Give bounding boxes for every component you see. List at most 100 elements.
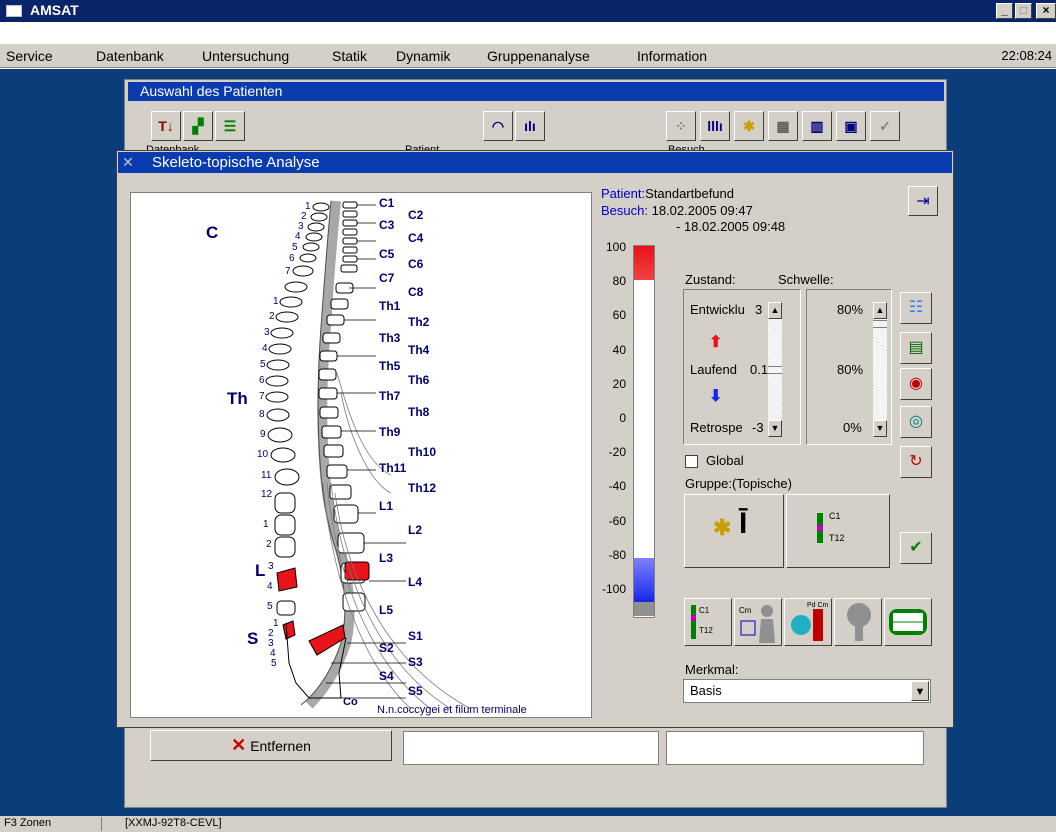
teeth-button[interactable] [884, 598, 932, 646]
thoracic-num-5: 5 [260, 359, 266, 370]
posture-bar-icon: Ī [739, 507, 748, 540]
maximize-button[interactable]: □ [1015, 3, 1032, 19]
patient-selection-title: Auswahl des Patienten [128, 82, 944, 101]
skull-button[interactable] [834, 598, 882, 646]
confirm-button[interactable]: ✔ [900, 532, 932, 564]
toolbar-person-button[interactable]: ✱ [734, 111, 764, 141]
scale-tick-label: 60 [612, 308, 626, 323]
label-th10: Th10 [408, 445, 437, 459]
region-sacral: S [247, 629, 259, 648]
schwelle-mid-value: 80% [837, 362, 864, 377]
organ-map-icon: Pd Cm [791, 602, 829, 641]
dialog-close-icon[interactable]: ✕ [120, 155, 136, 170]
table-view-button[interactable]: ▤ [900, 332, 932, 364]
toolbar-book-button[interactable]: ▣ [836, 111, 866, 141]
posture-group-button[interactable]: ✱ Ī [684, 494, 784, 568]
schwelle-up-button[interactable]: ▲ [873, 302, 887, 319]
retrospe-down-button[interactable]: ▼ [768, 420, 782, 437]
schwelle-label: Schwelle: [778, 272, 834, 287]
exit-button[interactable]: ⇥ [908, 186, 938, 216]
patient-list-field[interactable] [403, 731, 659, 765]
segment-c1-t12-button[interactable]: C1 T12 [684, 598, 732, 646]
sacral-num-5: 5 [271, 658, 277, 669]
merkmal-value: Basis [690, 683, 722, 698]
toolbar-dots-button[interactable]: ⁘ [666, 111, 696, 141]
menu-service[interactable]: Service [6, 48, 53, 64]
toolbar-grid-button[interactable]: ▥ [802, 111, 832, 141]
label-l3: L3 [379, 551, 394, 565]
lumbar-num-4: 4 [267, 581, 273, 592]
toolbar-list-button[interactable]: ☰ [215, 111, 245, 141]
chevron-down-icon[interactable]: ▼ [911, 681, 929, 701]
status-left: F3 Zonen [4, 817, 52, 829]
toolbar-bars-button[interactable]: ılı [515, 111, 545, 141]
schwelle-down-button[interactable]: ▼ [873, 420, 887, 437]
toolbar-stairs-button[interactable]: ▞ [183, 111, 213, 141]
label-c7: C7 [379, 271, 395, 285]
menu-dynamik[interactable]: Dynamik [396, 48, 450, 64]
patient-info-value: Standartbefund [645, 186, 734, 201]
close-button[interactable]: × [1036, 3, 1056, 19]
organ-map-button[interactable]: Pd Cm [784, 598, 832, 646]
entwicklung-value: 3 [755, 302, 763, 317]
svg-text:C1: C1 [829, 511, 841, 521]
label-l1: L1 [379, 499, 394, 513]
label-c1: C1 [379, 196, 395, 210]
cervical-num-6: 6 [289, 253, 295, 264]
target-view-button[interactable]: ◎ [900, 406, 932, 438]
menu-information[interactable]: Information [637, 48, 707, 64]
schwelle-slider-thumb[interactable] [873, 320, 887, 328]
spiral-view-button[interactable]: ↻ [900, 446, 932, 478]
minimize-button[interactable]: _ [996, 3, 1013, 19]
besuch-from-value: 18.02.2005 09:47 [651, 203, 753, 218]
menu-datenbank[interactable]: Datenbank [96, 48, 164, 64]
besuch-info-label: Besuch: [601, 203, 648, 218]
label-th11: Th11 [379, 461, 407, 475]
toolbar-chart-button[interactable]: lllı [700, 111, 730, 141]
patient-info: Patient:Standartbefund [601, 186, 734, 201]
label-th6: Th6 [408, 373, 430, 387]
global-checkbox[interactable] [685, 455, 698, 468]
thoracic-num-3: 3 [264, 327, 270, 338]
ring-view-button[interactable]: ◉ [900, 368, 932, 400]
segment-group-button[interactable]: C1 T12 [786, 494, 890, 568]
besuch-to-value: - 18.02.2005 09:48 [676, 219, 786, 234]
toolbar-tl-button[interactable]: T↓ [151, 111, 181, 141]
remove-x-icon: ✕ [231, 735, 247, 755]
segment-c1-t12-icon: C1 T12 [817, 511, 845, 543]
label-s5: S5 [408, 684, 423, 698]
lumbar-num-2: 2 [266, 539, 272, 550]
retrospe-value: -3 [752, 420, 764, 435]
thoracic-num-8: 8 [259, 409, 265, 420]
scale-tick-label: 80 [612, 274, 626, 289]
label-s4: S4 [379, 669, 394, 683]
menu-untersuchung[interactable]: Untersuchung [202, 48, 289, 64]
clock: 22:08:24 [1001, 48, 1052, 63]
label-th2: Th2 [408, 315, 430, 329]
menu-gruppenanalyse[interactable]: Gruppenanalyse [487, 48, 590, 64]
remove-button[interactable]: ✕ Entfernen [150, 730, 392, 761]
label-th12: Th12 [408, 481, 437, 495]
gruppe-label: Gruppe:(Topische) [685, 476, 792, 491]
scale-red-zone [634, 246, 654, 280]
schwelle-bottom-value: 0% [843, 420, 862, 435]
toolbar-table-button[interactable]: ▦ [768, 111, 798, 141]
besuch-list-field[interactable] [666, 731, 924, 765]
thoracic-num-7: 7 [259, 391, 265, 402]
menu-statik[interactable]: Statik [332, 48, 367, 64]
entwicklung-up-button[interactable]: ▲ [768, 302, 782, 319]
retrospe-label: Retrospe [690, 420, 743, 435]
label-s3: S3 [408, 655, 423, 669]
svg-text:T12: T12 [829, 533, 845, 543]
label-co: Co [343, 696, 358, 708]
scale-tick-label: -80 [608, 547, 626, 562]
scale-tick-label: -100 [601, 582, 626, 596]
merkmal-select[interactable]: Basis ▼ [683, 679, 931, 703]
laufend-slider-thumb[interactable] [768, 366, 782, 374]
cervical-num-5: 5 [292, 242, 298, 253]
schwelle-top-value: 80% [837, 302, 864, 317]
legend-colors-button[interactable]: ☷ [900, 292, 932, 324]
toolbar-check-button[interactable]: ✓ [870, 111, 900, 141]
toolbar-gauge-button[interactable]: ◠ [483, 111, 513, 141]
cm-body-button[interactable]: Cm [734, 598, 782, 646]
